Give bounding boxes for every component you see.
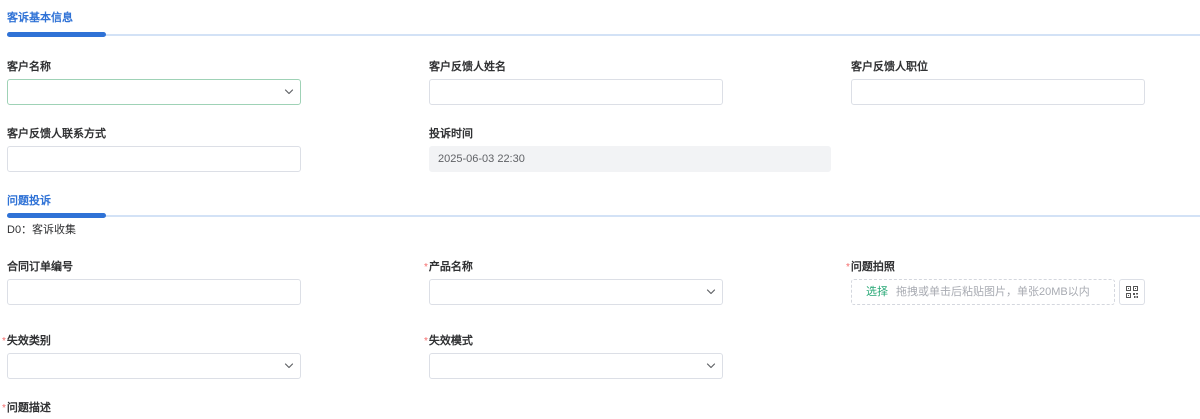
- failure-mode-label-text: 失效模式: [428, 335, 473, 347]
- qr-code-button[interactable]: [1119, 279, 1145, 305]
- chevron-down-icon: [284, 89, 294, 95]
- feedback-contact-label: 客户反馈人联系方式: [7, 128, 106, 140]
- feedback-contact-input[interactable]: [7, 146, 301, 172]
- qr-code-icon: [1126, 286, 1138, 298]
- complaint-time-label: 投诉时间: [429, 128, 473, 140]
- customer-name-select[interactable]: [7, 79, 301, 105]
- feedback-title-input[interactable]: [851, 79, 1145, 105]
- required-mark: *: [2, 403, 6, 414]
- chevron-down-icon: [284, 363, 294, 369]
- failure-category-label-text: 失效类别: [6, 335, 51, 347]
- product-name-label: *产品名称: [424, 260, 473, 275]
- stage-text: D0：客诉收集: [7, 224, 77, 236]
- divider-accent-bar: [7, 213, 106, 218]
- section-divider-issue: [7, 213, 1200, 219]
- feedback-title-label: 客户反馈人职位: [851, 61, 928, 73]
- divider-line: [7, 34, 1200, 36]
- issue-photo-label-text: 问题拍照: [850, 261, 895, 273]
- required-mark: *: [2, 336, 6, 347]
- upload-hint: 拖拽或单击后粘贴图片，单张20MB以内: [896, 286, 1090, 298]
- failure-mode-label: *失效模式: [424, 334, 473, 349]
- section-divider-basic-info: [7, 32, 1200, 38]
- required-mark: *: [846, 262, 850, 273]
- divider-line: [7, 215, 1200, 217]
- feedback-name-label: 客户反馈人姓名: [429, 61, 506, 73]
- required-mark: *: [424, 336, 428, 347]
- product-name-label-text: 产品名称: [428, 261, 473, 273]
- contract-order-no-label: 合同订单编号: [7, 261, 73, 273]
- required-mark: *: [424, 262, 428, 273]
- product-name-select[interactable]: [429, 279, 723, 305]
- feedback-name-input[interactable]: [429, 79, 723, 105]
- chevron-down-icon: [706, 363, 716, 369]
- failure-category-label: *失效类别: [2, 334, 51, 349]
- issue-description-label: *问题描述: [2, 401, 51, 416]
- issue-description-label-text: 问题描述: [6, 402, 51, 414]
- section-title-issue: 问题投诉: [7, 195, 51, 207]
- photo-upload-dropzone[interactable]: 选择 拖拽或单击后粘贴图片，单张20MB以内: [851, 279, 1115, 305]
- chevron-down-icon: [706, 289, 716, 295]
- contract-order-no-input[interactable]: [7, 279, 301, 305]
- complaint-time-field: [429, 146, 831, 172]
- issue-photo-label: *问题拍照: [846, 260, 895, 275]
- failure-mode-select[interactable]: [429, 353, 723, 379]
- customer-name-label: 客户名称: [7, 61, 51, 73]
- failure-category-select[interactable]: [7, 353, 301, 379]
- section-title-basic-info: 客诉基本信息: [7, 12, 73, 24]
- upload-select-link[interactable]: 选择: [866, 280, 888, 304]
- divider-accent-bar: [7, 32, 106, 37]
